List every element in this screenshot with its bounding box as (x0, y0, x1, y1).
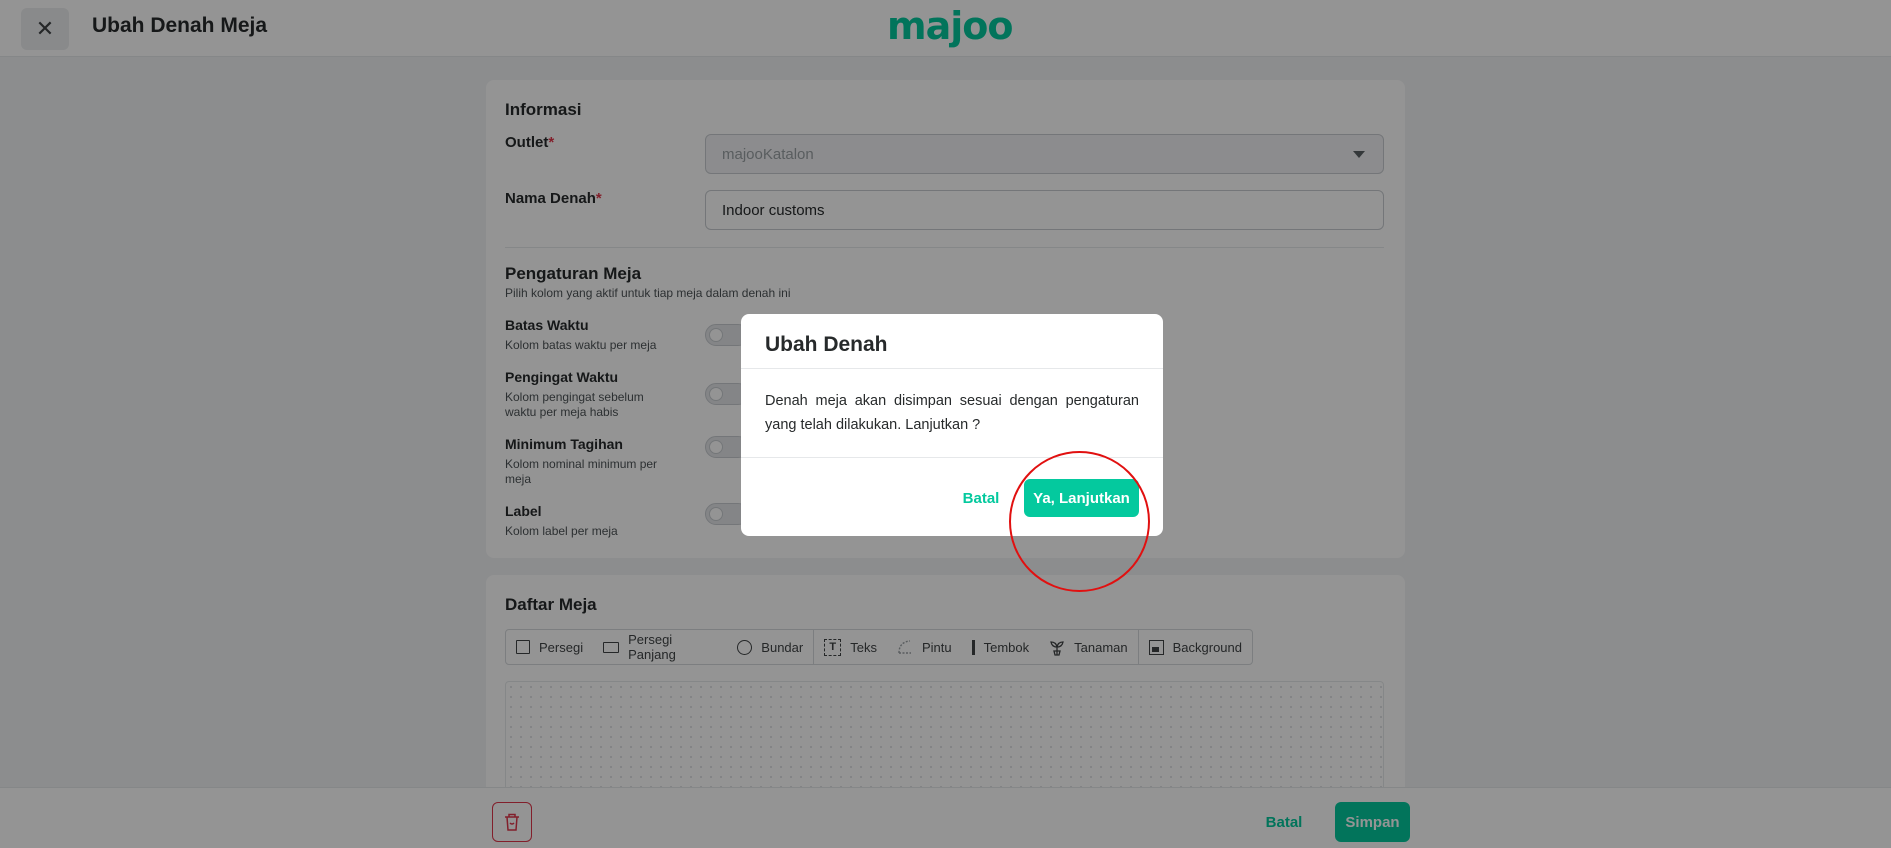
dialog-divider-top (741, 368, 1163, 369)
dialog-message: Denah meja akan disimpan sesuai dengan p… (765, 393, 1139, 433)
dialog-cancel-button[interactable]: Batal (957, 479, 1005, 517)
dialog-title: Ubah Denah (765, 333, 888, 356)
click-highlight-circle (1009, 451, 1150, 592)
